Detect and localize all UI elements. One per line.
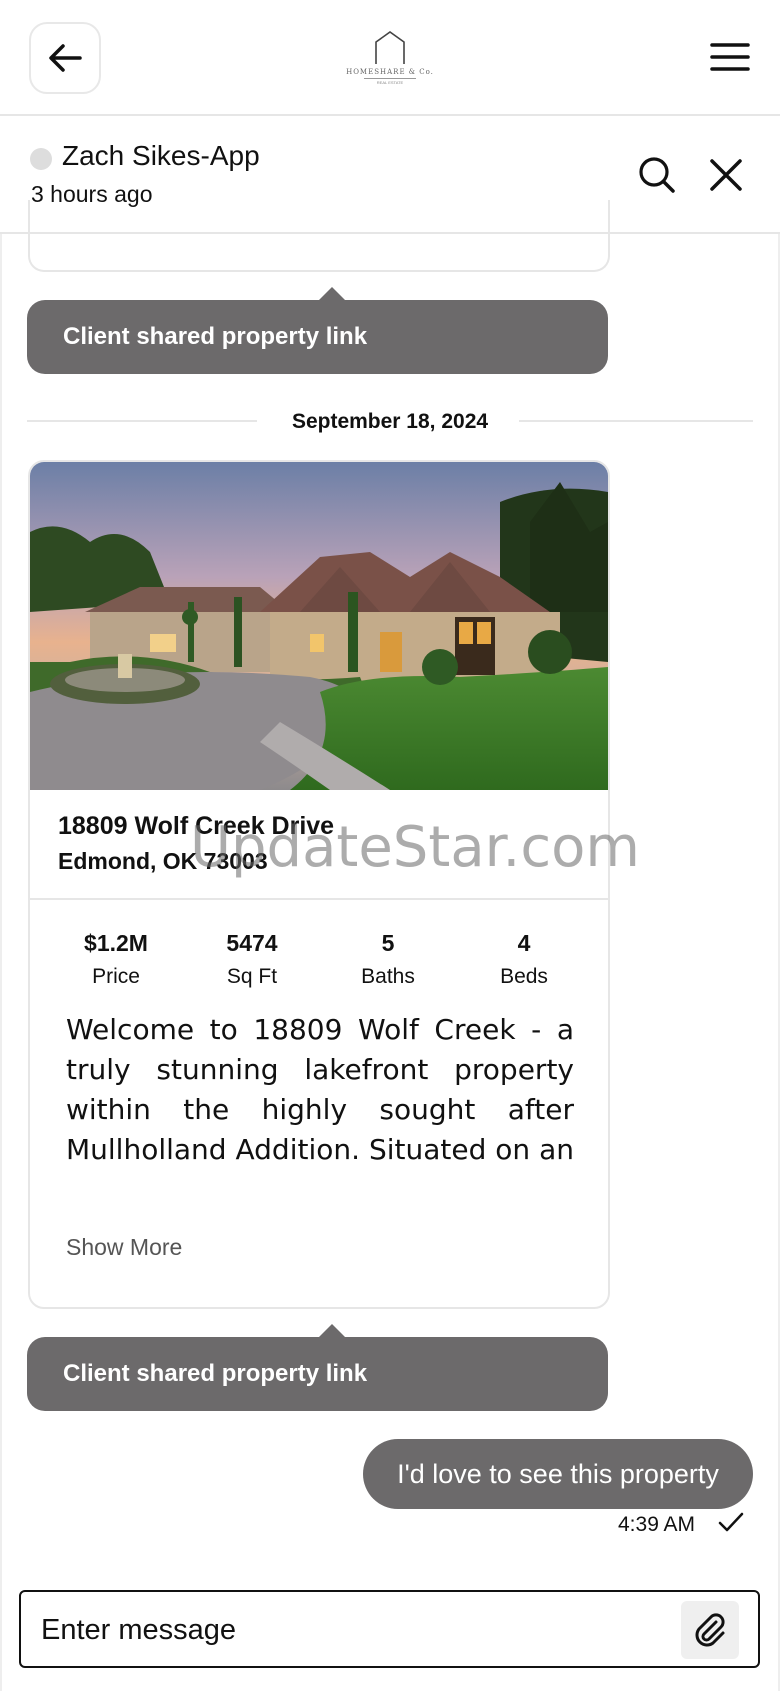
date-separator: September 18, 2024 xyxy=(27,400,753,442)
search-button[interactable] xyxy=(637,155,677,195)
stat-price-value: $1.2M xyxy=(84,930,148,956)
shared-link-text: Client shared property link xyxy=(63,1360,368,1387)
message-time: 4:39 AM xyxy=(618,1513,696,1536)
logo-wordmark: HOMESHARE & Co. xyxy=(346,68,434,76)
attach-button[interactable] xyxy=(681,1601,739,1659)
chat-border-left xyxy=(0,234,2,1691)
previous-property-card xyxy=(28,200,610,272)
house-photo-image xyxy=(30,462,608,790)
message-input[interactable] xyxy=(39,1606,663,1654)
arrow-left-icon xyxy=(49,44,82,72)
stat-sqft-value: 5474 xyxy=(226,930,278,956)
bubble-tip xyxy=(318,287,346,301)
top-bar: HOMESHARE & Co. REAL ESTATE xyxy=(0,0,780,116)
stat-beds-value: 4 xyxy=(517,930,531,956)
close-chat-button[interactable] xyxy=(708,157,744,193)
stat-baths-value: 5 xyxy=(381,930,395,956)
stat-sqft-label: Sq Ft xyxy=(226,965,278,988)
close-icon xyxy=(710,159,742,191)
stat-beds: 4 Beds xyxy=(464,930,584,989)
message-composer xyxy=(19,1590,760,1668)
show-more-link[interactable]: Show More xyxy=(66,1234,182,1261)
stat-price-label: Price xyxy=(92,965,140,988)
house-logo-icon xyxy=(375,31,405,64)
stat-beds-label: Beds xyxy=(500,965,548,988)
outgoing-message[interactable]: I'd love to see this property xyxy=(363,1439,753,1509)
property-card[interactable]: 18809 Wolf Creek Drive Edmond, OK 73003 … xyxy=(28,460,610,1309)
check-icon xyxy=(718,1512,744,1532)
contact-name: Zach Sikes-App xyxy=(62,140,260,171)
property-photo[interactable] xyxy=(30,462,608,790)
date-separator-text: September 18, 2024 xyxy=(291,410,489,433)
back-button[interactable] xyxy=(29,22,101,94)
shared-link-label: Client shared property link xyxy=(27,287,608,374)
property-address-line1[interactable]: 18809 Wolf Creek Drive xyxy=(58,812,334,841)
stat-price: $1.2M Price xyxy=(56,930,176,989)
stat-baths-label: Baths xyxy=(361,965,415,988)
brand-logo: HOMESHARE & Co. REAL ESTATE xyxy=(346,28,434,88)
presence-indicator xyxy=(30,148,52,170)
property-description: Welcome to 18809 Wolf Creek - a truly st… xyxy=(66,1013,574,1166)
search-icon xyxy=(639,157,675,193)
bubble-tip xyxy=(318,1324,346,1338)
shared-link-label: Client shared property link xyxy=(27,1324,608,1411)
message-text: I'd love to see this property xyxy=(397,1458,719,1489)
logo-subtitle: REAL ESTATE xyxy=(364,78,416,85)
card-divider xyxy=(30,898,608,900)
stat-baths: 5 Baths xyxy=(328,930,448,989)
stat-sqft: 5474 Sq Ft xyxy=(192,930,312,989)
property-address-line2: Edmond, OK 73003 xyxy=(58,848,268,874)
shared-link-text: Client shared property link xyxy=(63,323,368,350)
paperclip-icon xyxy=(695,1613,725,1647)
hamburger-menu-icon xyxy=(710,43,750,71)
menu-button[interactable] xyxy=(708,40,752,74)
